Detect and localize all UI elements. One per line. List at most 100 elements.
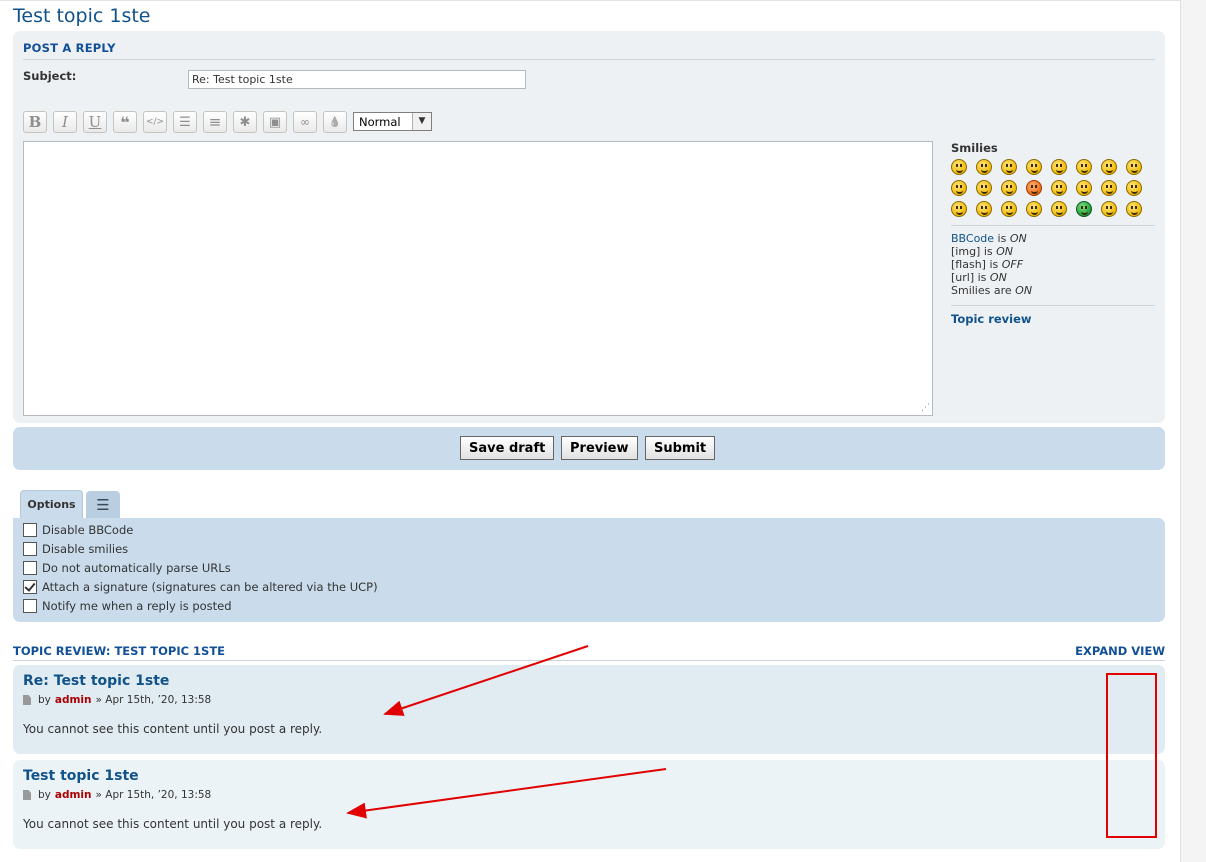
save-draft-button[interactable]: Save draft — [460, 436, 555, 460]
checkbox[interactable] — [23, 522, 37, 537]
submit-bar: Save draft Preview Submit — [13, 427, 1165, 470]
options-panel: Disable BBCode Disable smilies Do not au… — [13, 518, 1165, 622]
color-icon: 💧 — [328, 116, 342, 128]
option-notify-reply[interactable]: Notify me when a reply is posted — [23, 597, 232, 614]
post-by: by — [38, 789, 51, 801]
topic-review-link[interactable]: Topic review — [951, 312, 1155, 326]
post-author[interactable]: admin — [55, 789, 92, 801]
smiley-icon[interactable] — [951, 180, 967, 196]
link-button[interactable]: ∞ — [293, 111, 317, 133]
checkbox[interactable] — [23, 598, 37, 613]
list-button[interactable]: ☰ — [173, 111, 197, 133]
smiley-icon[interactable] — [1026, 201, 1042, 217]
image-button[interactable]: ▣ — [263, 111, 287, 133]
smiley-icon[interactable] — [1001, 159, 1017, 175]
option-no-parse-urls[interactable]: Do not automatically parse URLs — [23, 559, 231, 576]
resize-grip-icon[interactable]: ⋰ — [921, 404, 930, 413]
smiley-icon[interactable] — [1076, 180, 1092, 196]
image-icon: ▣ — [268, 114, 282, 130]
status-text: [url] is — [951, 271, 990, 284]
smiley-icon[interactable] — [951, 201, 967, 217]
post-icon[interactable] — [23, 790, 31, 800]
page-title[interactable]: Test topic 1ste — [13, 5, 150, 27]
subject-label: Subject: — [23, 69, 77, 83]
tab-options[interactable]: Options — [20, 490, 83, 518]
message-textarea[interactable]: ⋰ — [23, 141, 933, 416]
preview-button[interactable]: Preview — [561, 436, 638, 460]
smiley-icon[interactable] — [1101, 159, 1117, 175]
underline-button[interactable]: U — [83, 111, 107, 133]
divider — [951, 305, 1155, 306]
smiley-icon[interactable] — [1051, 180, 1067, 196]
checkbox[interactable] — [23, 560, 37, 575]
list-item-button[interactable]: ✱ — [233, 111, 257, 133]
divider — [951, 225, 1155, 226]
italic-button[interactable]: I — [53, 111, 77, 133]
smiley-icon[interactable] — [976, 180, 992, 196]
status-value: ON — [1015, 284, 1033, 297]
code-button[interactable]: </> — [143, 111, 167, 133]
status-value: OFF — [1001, 258, 1024, 271]
smiley-icon[interactable] — [1001, 180, 1017, 196]
option-label: Attach a signature (signatures can be al… — [42, 579, 378, 594]
checkbox[interactable] — [23, 541, 37, 556]
img-status: [img] is ON — [951, 245, 1155, 258]
tab-menu[interactable]: ☰ — [86, 491, 120, 518]
topic-review-heading: Topic review: Test topic 1ste — [13, 644, 226, 658]
subject-input[interactable] — [188, 70, 526, 89]
post-content: You cannot see this content until you po… — [23, 722, 323, 736]
post-meta: by admin » Apr 15th, ’20, 13:58 — [23, 789, 211, 801]
submit-button[interactable]: Submit — [645, 436, 716, 460]
bbcode-status: BBCode is ON — [951, 232, 1155, 245]
quote-button[interactable]: ❝ — [113, 111, 137, 133]
post-title[interactable]: Test topic 1ste — [23, 768, 139, 784]
smiley-icon[interactable] — [1051, 159, 1067, 175]
post-title[interactable]: Re: Test topic 1ste — [23, 673, 169, 689]
option-label: Notify me when a reply is posted — [42, 598, 232, 613]
smiley-icon[interactable] — [1126, 201, 1142, 217]
smiley-icon[interactable] — [1101, 201, 1117, 217]
smiley-icon[interactable] — [976, 159, 992, 175]
status-value: ON — [1009, 232, 1027, 245]
status-value: ON — [989, 271, 1007, 284]
underline-icon: U — [88, 113, 102, 131]
expand-view-link[interactable]: Expand view — [1075, 644, 1165, 658]
smiley-icon[interactable] — [1051, 201, 1067, 217]
font-size-select[interactable]: Normal ▼ — [353, 112, 432, 131]
review-post: Test topic 1ste by admin » Apr 15th, ’20… — [13, 760, 1165, 849]
chevron-down-icon: ▼ — [412, 113, 431, 130]
smiley-icon[interactable] — [1076, 159, 1092, 175]
status-text: is — [994, 232, 1010, 245]
smiley-icon[interactable] — [1076, 201, 1092, 217]
bbcode-link[interactable]: BBCode — [951, 232, 994, 245]
smiley-icon[interactable] — [1001, 201, 1017, 217]
color-button[interactable]: 💧 — [323, 111, 347, 133]
post-icon[interactable] — [23, 695, 31, 705]
bold-icon: B — [28, 113, 42, 131]
post-reply-panel: Post a reply Subject: B I U ❝ </> ☰ ≡ ✱ … — [13, 31, 1165, 423]
status-text: [flash] is — [951, 258, 1002, 271]
italic-icon: I — [62, 113, 68, 131]
list-icon: ☰ — [179, 114, 191, 130]
smiley-icon[interactable] — [1026, 159, 1042, 175]
option-disable-bbcode[interactable]: Disable BBCode — [23, 521, 133, 538]
smiley-icon[interactable] — [1026, 180, 1042, 196]
numbered-list-button[interactable]: ≡ — [203, 111, 227, 133]
smiley-icon[interactable] — [1101, 180, 1117, 196]
option-disable-smilies[interactable]: Disable smilies — [23, 540, 128, 557]
smiley-icon[interactable] — [976, 201, 992, 217]
post-date: » Apr 15th, ’20, 13:58 — [95, 789, 212, 801]
option-attach-signature[interactable]: Attach a signature (signatures can be al… — [23, 578, 378, 595]
bold-button[interactable]: B — [23, 111, 47, 133]
smilies-title: Smilies — [951, 141, 998, 155]
post-author[interactable]: admin — [55, 694, 92, 706]
smiley-icon[interactable] — [1126, 159, 1142, 175]
post-content: You cannot see this content until you po… — [23, 817, 323, 831]
scrollbar[interactable] — [1180, 0, 1206, 862]
post-reply-heading: Post a reply — [23, 41, 116, 55]
post-by: by — [38, 694, 51, 706]
checkbox-checked[interactable] — [23, 579, 37, 594]
divider — [23, 59, 1155, 60]
smiley-icon[interactable] — [951, 159, 967, 175]
smiley-icon[interactable] — [1126, 180, 1142, 196]
